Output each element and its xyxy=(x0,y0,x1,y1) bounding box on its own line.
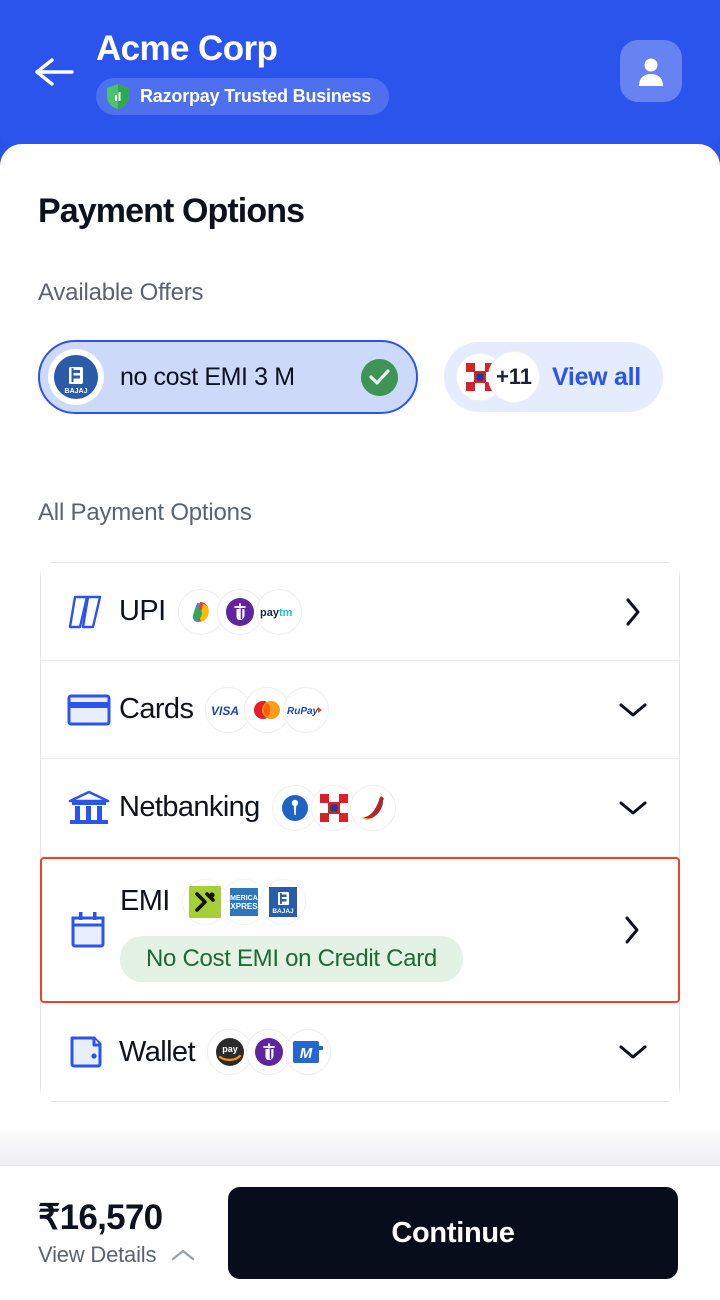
svg-text:pay: pay xyxy=(260,607,280,619)
rupay-logo: RuPay xyxy=(283,686,330,733)
svg-text:tm: tm xyxy=(279,607,293,619)
page-title: Payment Options xyxy=(38,192,305,230)
payment-methods-list: UPI pay tm Cards VISA RuPay Netbanking E… xyxy=(40,562,680,1102)
method-brand-logos: AMERICAN EXPRESS BAJAJ xyxy=(181,878,306,925)
offer-label: no cost EMI 3 M xyxy=(120,362,295,391)
shield-icon xyxy=(107,84,129,109)
chevron-down-icon xyxy=(613,1043,653,1061)
method-label: Netbanking xyxy=(119,791,260,823)
calendar-icon xyxy=(68,909,120,951)
method-label: Cards xyxy=(119,693,194,725)
view-details-label: View Details xyxy=(38,1242,157,1268)
trusted-business-text: Razorpay Trusted Business xyxy=(140,86,372,106)
payment-method-upi[interactable]: UPI pay tm xyxy=(41,563,679,661)
view-details-button[interactable]: View Details xyxy=(38,1242,196,1268)
offer-brand-logos: +11 xyxy=(456,351,540,403)
method-brand-logos xyxy=(271,784,396,831)
checkout-footer: ₹16,570 View Details Continue xyxy=(0,1165,720,1300)
bajaj-logo: BAJAJ xyxy=(259,878,306,925)
chevron-right-icon xyxy=(612,915,652,945)
all-payment-options-label: All Payment Options xyxy=(38,499,252,526)
credit-card-icon xyxy=(67,693,119,727)
chevron-down-icon xyxy=(613,799,653,817)
chevron-up-icon xyxy=(172,1249,195,1260)
offer-chip-selected[interactable]: BAJAJ no cost EMI 3 M xyxy=(38,340,418,414)
method-brand-logos: pay M xyxy=(206,1029,331,1075)
total-amount: ₹16,570 xyxy=(38,1197,163,1237)
method-brand-logos: VISA RuPay xyxy=(205,686,330,733)
available-offers-label: Available Offers xyxy=(38,279,204,306)
upi-arrows-icon xyxy=(67,591,119,633)
payment-sheet: Payment Options Available Offers BAJAJ n… xyxy=(0,144,720,1300)
chevron-right-icon xyxy=(613,597,653,627)
method-brand-logos: pay tm xyxy=(177,588,302,635)
svg-text:RuPay: RuPay xyxy=(287,706,319,717)
offers-row: BAJAJ no cost EMI 3 M +11 View all xyxy=(38,340,663,414)
trusted-business-badge: Razorpay Trusted Business xyxy=(96,78,390,115)
view-all-label: View all xyxy=(552,362,641,391)
method-label: Wallet xyxy=(119,1035,196,1068)
user-avatar-icon xyxy=(639,58,663,86)
payment-method-cards[interactable]: Cards VISA RuPay xyxy=(41,661,679,759)
svg-text:EXPRESS: EXPRESS xyxy=(225,902,263,911)
svg-text:pay: pay xyxy=(222,1044,238,1054)
method-label: EMI xyxy=(120,885,170,917)
extra-offers-count: +11 xyxy=(488,351,540,403)
back-button[interactable] xyxy=(30,48,78,96)
app-header: Acme Corp Razorpay Trusted Business xyxy=(0,0,720,152)
footer-scrim xyxy=(0,1125,720,1165)
icici-logo xyxy=(349,784,396,831)
chevron-down-icon xyxy=(613,701,653,719)
merchant-info: Acme Corp Razorpay Trusted Business xyxy=(96,28,390,115)
svg-text:VISA: VISA xyxy=(211,704,239,717)
continue-button[interactable]: Continue xyxy=(228,1187,678,1279)
user-account-button[interactable] xyxy=(620,40,682,102)
wallet-icon xyxy=(67,1032,119,1072)
svg-text:M: M xyxy=(300,1045,313,1062)
svg-text:BAJAJ: BAJAJ xyxy=(65,388,88,395)
svg-text:AMERICAN: AMERICAN xyxy=(225,895,263,902)
merchant-name: Acme Corp xyxy=(96,29,278,68)
view-all-offers-button[interactable]: +11 View all xyxy=(444,342,663,412)
method-label: UPI xyxy=(119,595,166,627)
arrow-left-icon xyxy=(35,58,74,86)
bajaj-finserv-logo: BAJAJ xyxy=(48,349,104,405)
svg-text:BAJAJ: BAJAJ xyxy=(272,908,294,915)
paytm-logo: pay tm xyxy=(255,588,302,635)
emi-offer-tag: No Cost EMI on Credit Card xyxy=(120,935,463,982)
payment-method-wallet[interactable]: Wallet pay M xyxy=(41,1003,679,1101)
bank-building-icon xyxy=(67,789,119,827)
mobikwik-logo: M xyxy=(284,1029,331,1075)
payment-options-screen: Acme Corp Razorpay Trusted Business Paym… xyxy=(0,0,720,1300)
amount-block: ₹16,570 View Details xyxy=(38,1198,196,1268)
check-circle-icon xyxy=(361,358,398,396)
payment-method-emi[interactable]: EMI AMERICAN EXPRESS BAJAJ No Cost EMI o… xyxy=(40,857,680,1003)
payment-method-netbanking[interactable]: Netbanking xyxy=(41,759,679,857)
